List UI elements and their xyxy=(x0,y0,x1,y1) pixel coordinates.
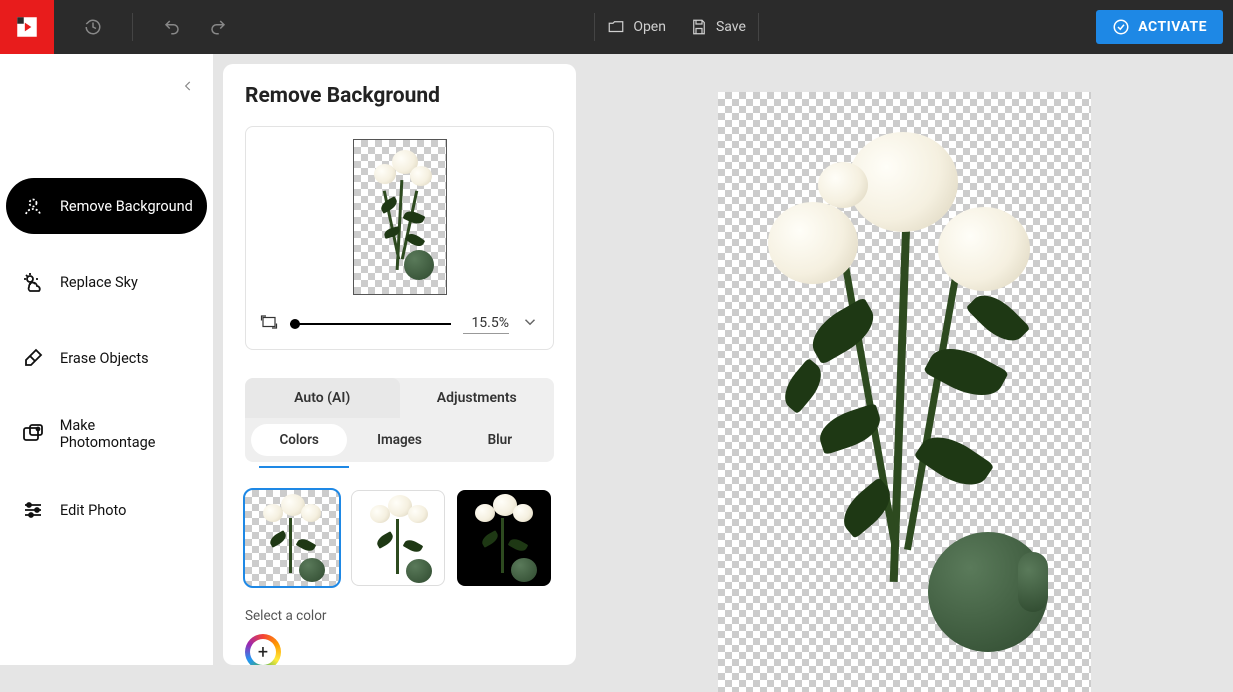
open-button[interactable]: Open xyxy=(595,0,678,54)
preview-card: 15.5% xyxy=(245,126,554,350)
select-color-label: Select a color xyxy=(245,608,554,624)
sidebar-item-label: Erase Objects xyxy=(60,350,149,367)
tab-underline xyxy=(259,466,349,468)
tab-auto-ai[interactable]: Auto (AI) xyxy=(245,378,400,418)
activate-label: ACTIVATE xyxy=(1138,19,1207,35)
sidebar-collapse-button[interactable] xyxy=(181,78,195,97)
fit-screen-icon[interactable] xyxy=(260,313,278,335)
save-label: Save xyxy=(716,19,746,35)
tab-adjustments[interactable]: Adjustments xyxy=(400,378,555,418)
chevron-down-icon[interactable] xyxy=(521,313,539,335)
sidebar-item-edit-photo[interactable]: Edit Photo xyxy=(6,482,207,538)
plus-icon: + xyxy=(250,639,276,665)
zoom-value[interactable]: 15.5% xyxy=(463,315,509,334)
canvas-image[interactable] xyxy=(718,92,1091,692)
canvas-area[interactable] xyxy=(576,54,1233,665)
eraser-icon xyxy=(20,345,46,371)
tabs-bg-type: Colors Images Blur xyxy=(245,418,554,462)
sidebar-item-label: Remove Background xyxy=(60,198,193,215)
collage-icon xyxy=(20,421,46,447)
preview-thumbnail[interactable] xyxy=(353,139,447,295)
zoom-slider[interactable] xyxy=(290,323,451,325)
sidebar-item-make-photomontage[interactable]: Make Photomontage xyxy=(6,406,207,462)
open-label: Open xyxy=(633,19,666,35)
tab-images[interactable]: Images xyxy=(351,424,447,456)
sun-cloud-icon xyxy=(20,269,46,295)
sidebar-item-label: Edit Photo xyxy=(60,502,126,519)
sidebar-item-remove-background[interactable]: Remove Background xyxy=(6,178,207,234)
sidebar: Remove Background Replace Sky Erase Obje… xyxy=(0,54,213,665)
panel-title: Remove Background xyxy=(245,84,554,108)
tabs-mode: Auto (AI) Adjustments xyxy=(245,378,554,418)
redo-button[interactable] xyxy=(195,0,241,54)
topbar: Open Save ACTIVATE xyxy=(0,0,1233,54)
bg-option-transparent[interactable] xyxy=(245,490,339,586)
panel-remove-background: Remove Background xyxy=(223,64,576,665)
sliders-icon xyxy=(20,497,46,523)
sidebar-item-replace-sky[interactable]: Replace Sky xyxy=(6,254,207,310)
app-logo xyxy=(0,0,54,54)
separator xyxy=(758,13,759,41)
tab-colors[interactable]: Colors xyxy=(251,424,347,456)
activate-button[interactable]: ACTIVATE xyxy=(1096,10,1223,44)
undo-button[interactable] xyxy=(149,0,195,54)
tab-blur[interactable]: Blur xyxy=(452,424,548,456)
save-button[interactable]: Save xyxy=(678,0,758,54)
person-cutout-icon xyxy=(20,193,46,219)
sidebar-item-erase-objects[interactable]: Erase Objects xyxy=(6,330,207,386)
color-picker-button[interactable]: + xyxy=(245,634,281,665)
history-button[interactable] xyxy=(70,0,116,54)
sidebar-item-label: Replace Sky xyxy=(60,274,138,291)
sidebar-item-label: Make Photomontage xyxy=(60,417,193,451)
bg-option-black[interactable] xyxy=(457,490,551,586)
background-options xyxy=(245,490,554,586)
bg-option-white[interactable] xyxy=(351,490,445,586)
